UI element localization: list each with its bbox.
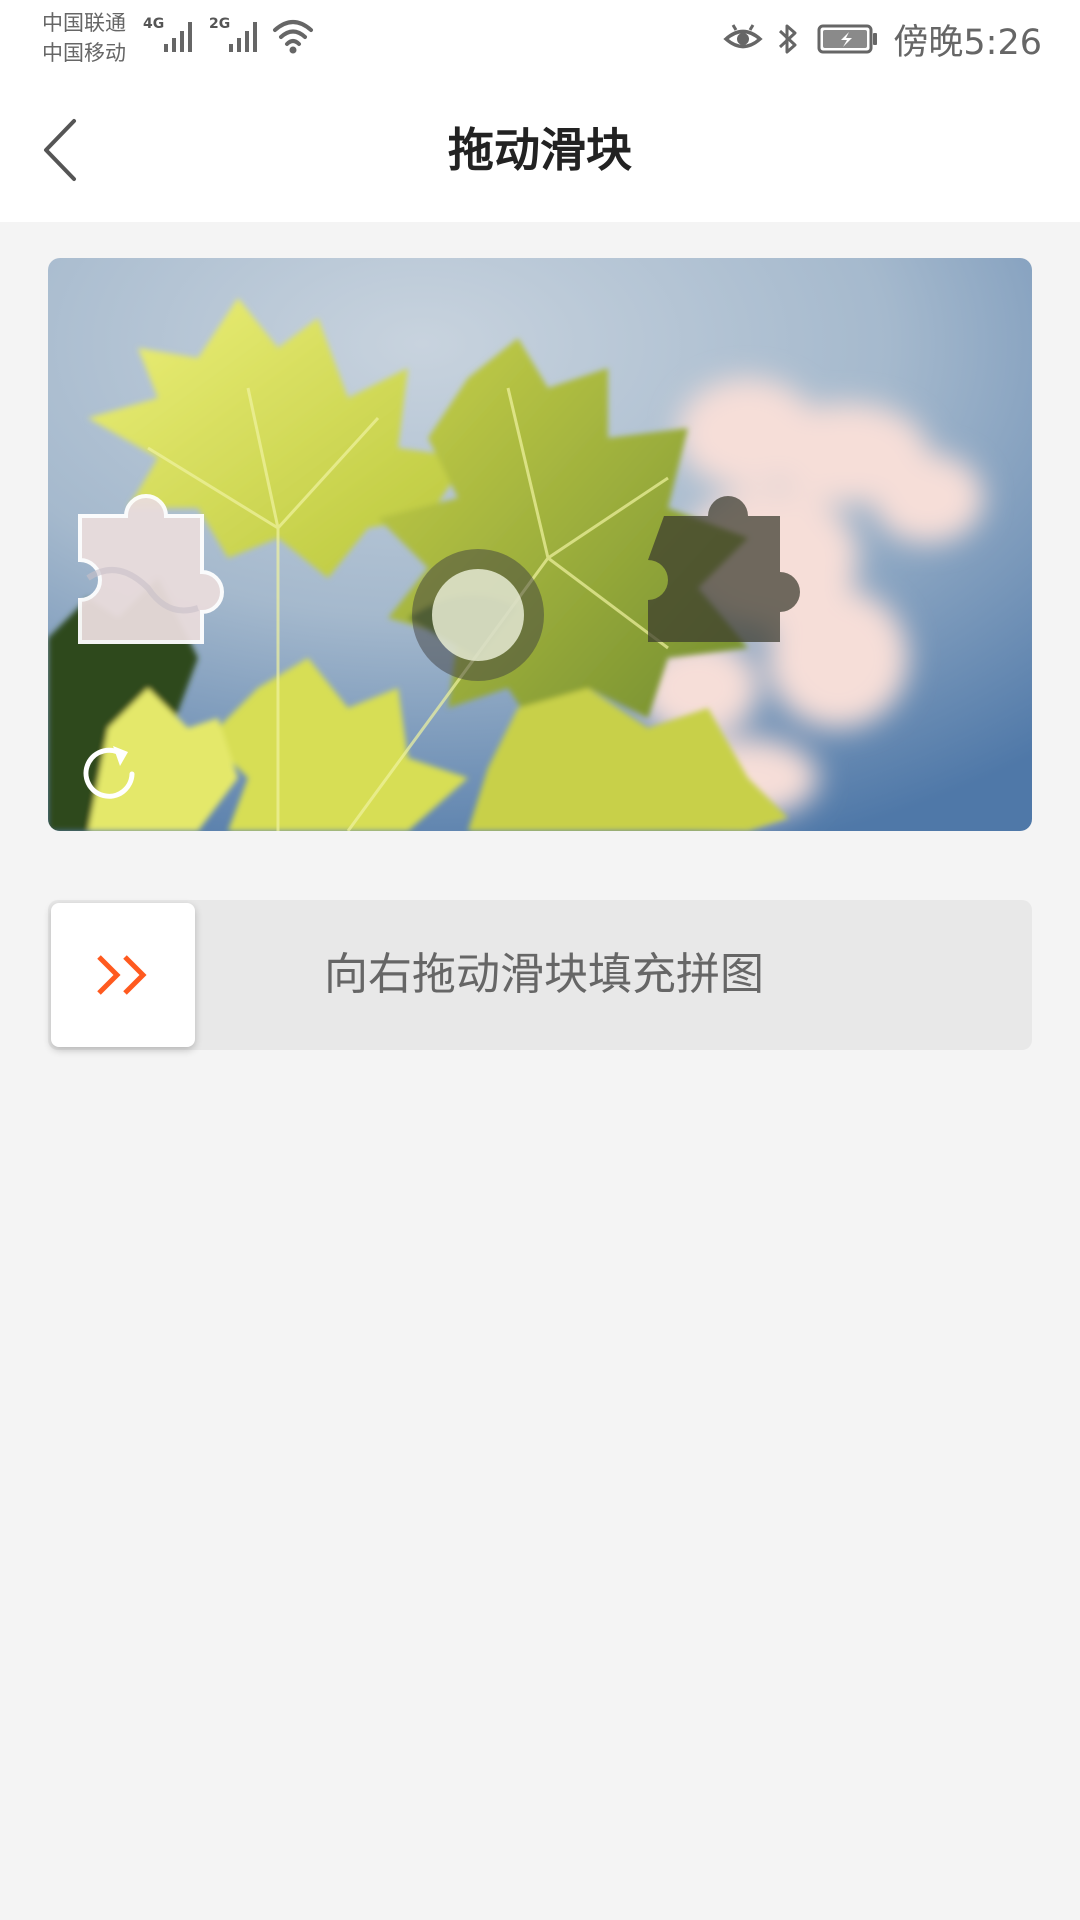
refresh-icon [83, 746, 135, 799]
bluetooth-icon [779, 24, 797, 54]
page-title: 拖动滑块 [448, 123, 632, 177]
status-bar: 中国联通 中国移动 4G 2G 傍晚5:26 [0, 0, 1080, 78]
leaf-background-image [48, 258, 1032, 831]
battery-charging-icon [817, 24, 878, 54]
refresh-button[interactable] [74, 738, 144, 808]
status-right: 傍晚5:26 [723, 14, 1042, 64]
carrier-1: 中国联通 [42, 11, 126, 35]
clock: 傍晚5:26 [893, 22, 1042, 63]
carrier-2: 中国移动 [42, 41, 126, 65]
signal-icon [164, 22, 192, 52]
slider-track[interactable]: 向右拖动滑块填充拼图 [48, 900, 1032, 1050]
loading-indicator [410, 547, 546, 683]
back-button[interactable] [30, 108, 90, 192]
signal-icon [229, 22, 257, 52]
eye-icon [723, 24, 764, 49]
slider-handle[interactable] [51, 903, 195, 1047]
slider-instruction: 向右拖动滑块填充拼图 [324, 949, 764, 1000]
header: 拖动滑块 [0, 78, 1080, 222]
chevron-left-icon [44, 119, 76, 181]
loading-circle-icon [412, 549, 544, 681]
double-chevron-right-icon [97, 955, 147, 995]
puzzle-image [48, 258, 1032, 831]
wifi-icon [273, 20, 313, 54]
carrier-names: 中国联通 中国移动 [42, 8, 126, 68]
